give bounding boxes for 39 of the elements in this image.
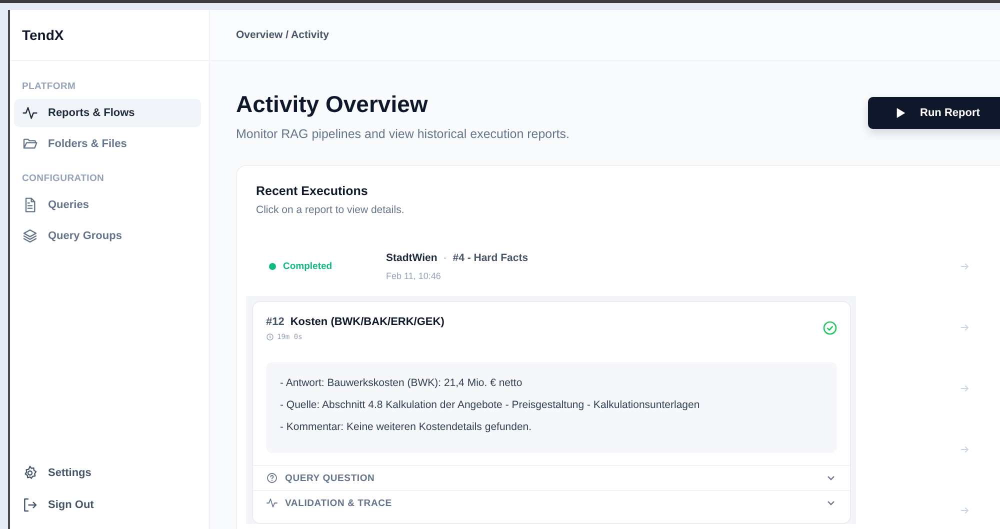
- query-title: Kosten (BWK/BAK/ERK/GEK): [290, 316, 444, 328]
- play-icon: [896, 107, 906, 119]
- execution-row[interactable]: Completed StadtWien · #4 - Hard Facts Feb 11, 10:46: [237, 236, 1000, 297]
- sidebar-item[interactable]: Reports & Flows: [14, 99, 201, 127]
- answer-line: - Antwort: Bauwerkskosten (BWK): 21,4 Mio. € netto: [280, 376, 524, 390]
- page-subtitle: Monitor RAG pipelines and view historical execution reports.: [236, 127, 570, 141]
- pulse-icon: [22, 105, 38, 121]
- sidebar-item[interactable]: Settings: [22, 457, 209, 489]
- arrow-right-icon: [959, 322, 970, 333]
- execution-date: Feb 11, 10:46: [386, 271, 442, 281]
- arrow-right-icon: [959, 444, 970, 455]
- query-number: #12: [266, 316, 284, 328]
- layers-icon: [22, 228, 38, 244]
- sidebar-item[interactable]: Queries: [14, 191, 201, 219]
- nav-heading: PLATFORM: [21, 81, 77, 92]
- project-name: StadtWien: [386, 252, 438, 264]
- nav-heading: CONFIGURATION: [21, 173, 106, 184]
- answer-line: - Kommentar: Keine weiteren Kostendetails gefunden.: [280, 420, 533, 434]
- status-label: Completed: [283, 261, 332, 272]
- card-subtitle: Click on a report to view details.: [256, 204, 406, 216]
- clock-icon: [266, 333, 274, 341]
- arrow-right-icon: [959, 261, 970, 272]
- app-logo: TendX: [22, 27, 64, 43]
- help-icon: [266, 472, 278, 484]
- separator-dot: ·: [443, 252, 447, 264]
- sidebar-item[interactable]: Query Groups: [14, 222, 201, 250]
- answer-line: - Quelle: Abschnitt 4.8 Kalkulation der Angebote - Preisgestaltung - Kalkulationsunterlagen: [280, 398, 701, 412]
- query-name: #4 - Hard Facts: [452, 252, 528, 264]
- sidebar-item[interactable]: Folders & Files: [14, 130, 201, 158]
- settings-icon: [22, 465, 38, 481]
- card-title: Recent Executions: [256, 184, 369, 198]
- breadcrumb: Overview / Activity: [236, 29, 329, 41]
- page-title: Activity Overview: [236, 91, 429, 118]
- arrow-right-icon: [959, 383, 970, 394]
- arrow-right-icon: [959, 505, 970, 516]
- sign-out-icon: [22, 497, 38, 513]
- run-report-button[interactable]: Run Report: [868, 97, 1000, 129]
- pulse-icon: [266, 497, 278, 509]
- sidebar-item[interactable]: Sign Out: [22, 489, 209, 521]
